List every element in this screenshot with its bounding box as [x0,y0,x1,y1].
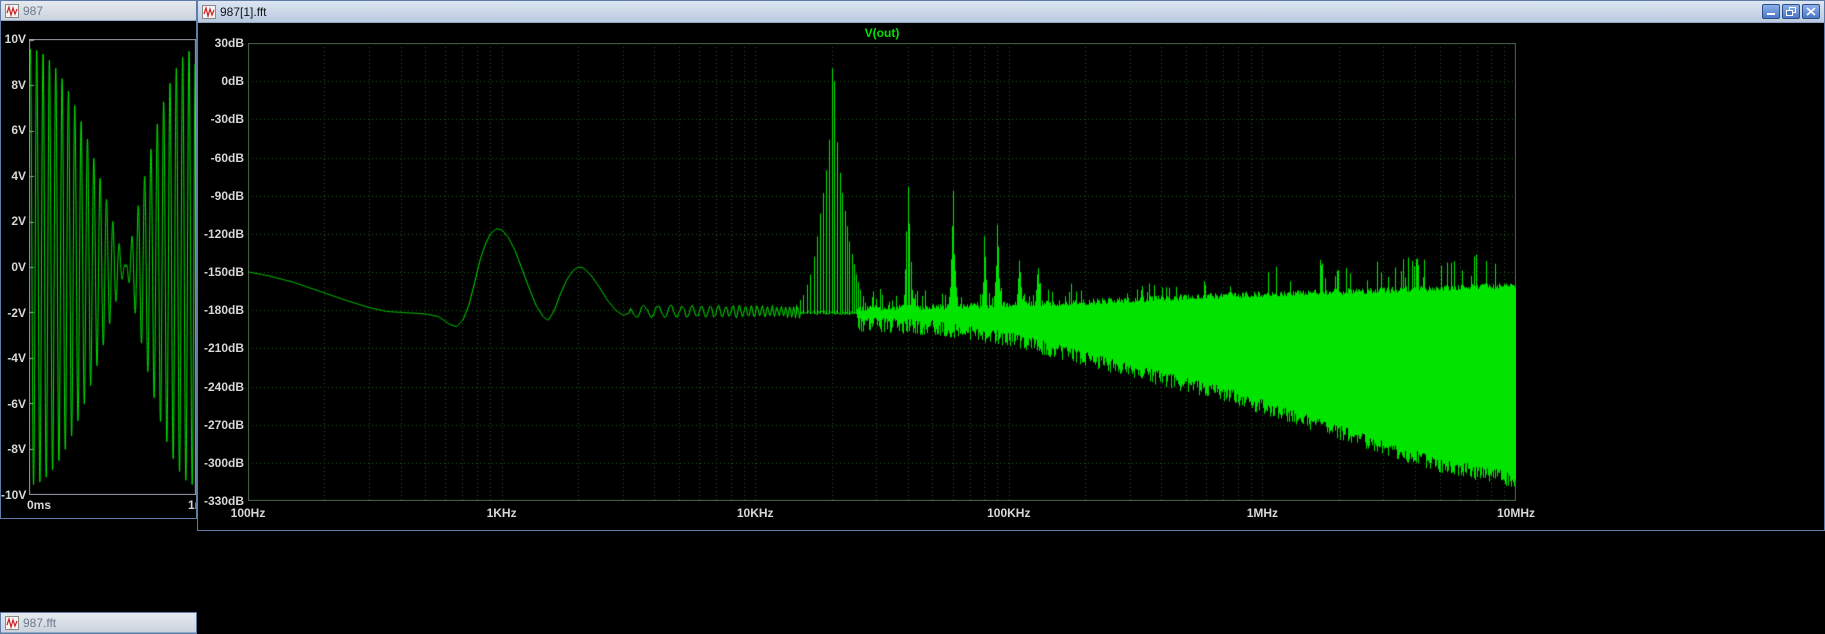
x-axis-tick-label: 100KHz [987,506,1031,520]
window-987-fft[interactable]: 987.fft [0,612,197,634]
waveform-window-icon [5,3,19,18]
trace-legend[interactable]: V(out) [248,26,1516,40]
window-title: 987[1].fft [220,4,267,19]
y-axis-tick-label: -270dB [203,417,244,432]
close-icon [1806,7,1816,16]
y-axis-tick-label: 30dB [214,36,244,50]
close-button[interactable] [1802,4,1820,19]
y-axis-tick-label: -180dB [203,303,244,318]
y-axis-tick-label: -6V [7,396,26,411]
titlebar-987-fft[interactable]: 987.fft [1,613,196,633]
x-axis-tick-label: 10KHz [736,506,774,520]
restore-icon [1786,7,1796,16]
y-axis-tick-label: -10V [1,488,27,502]
x-axis-tick-label: 10MHz [1496,506,1535,520]
y-axis-tick-label: -150dB [203,265,244,279]
x-axis-tick-label: 0ms [27,498,52,512]
ltspice-mdi-workspace: 987 10V8V6V4V2V0V-2V-4V-6V-8V-10V0ms1ms … [0,0,1825,634]
y-axis-tick-label: -2V [7,305,26,320]
y-axis-tick-label: -30dB [210,112,244,127]
x-axis-tick-label: 100Hz [230,506,266,520]
y-axis-tick-label: 10V [4,32,26,46]
x-axis-tick-label: 1KHz [486,506,517,520]
y-axis-tick-label: -210dB [203,341,244,356]
y-axis-tick-label: 6V [11,123,26,138]
titlebar-987[interactable]: 987 [1,1,196,21]
window-title: 987 [23,3,44,18]
x-axis-tick-label: 1MHz [1246,506,1279,520]
y-axis-tick-label: -240dB [203,379,244,394]
waveform-window-icon [202,4,216,19]
y-axis-tick-label: 0dB [221,74,244,89]
y-axis-tick-label: -4V [7,351,26,366]
y-axis-tick-label: -300dB [203,455,244,470]
x-axis-tick-label: 1ms [188,498,196,512]
y-axis-tick-label: 2V [11,214,26,229]
y-axis-tick-label: -120dB [203,226,244,241]
y-axis-tick-label: 8V [11,77,26,92]
y-axis-tick-label: -330dB [203,494,244,508]
y-axis-tick-label: -90dB [210,188,244,203]
y-axis-tick-label: 0V [11,260,26,274]
restore-button[interactable] [1782,4,1800,19]
waveform-window-icon [5,615,19,630]
window-987[interactable]: 987 10V 8V 6V 4V 2V 0V -2V -4V -6V -8V -10V0ms 1ms [0,0,197,519]
y-axis-tick-label: -8V [7,442,26,457]
fft-plot-canvas[interactable] [248,43,1516,501]
window-987-1-fft[interactable]: 987[1].fft V(out) 30dB 0dB -30dB -60dB -90dB… [197,0,1825,531]
y-axis-tick-label: 4V [11,168,26,183]
time-domain-plot-canvas[interactable] [29,39,196,495]
y-axis-tick-label: -60dB [210,150,244,165]
window-title: 987.fft [23,615,57,630]
window-controls [1762,4,1820,19]
minimize-icon [1767,13,1775,15]
titlebar-987-1-fft[interactable]: 987[1].fft [198,1,1824,23]
minimize-button[interactable] [1762,4,1780,19]
